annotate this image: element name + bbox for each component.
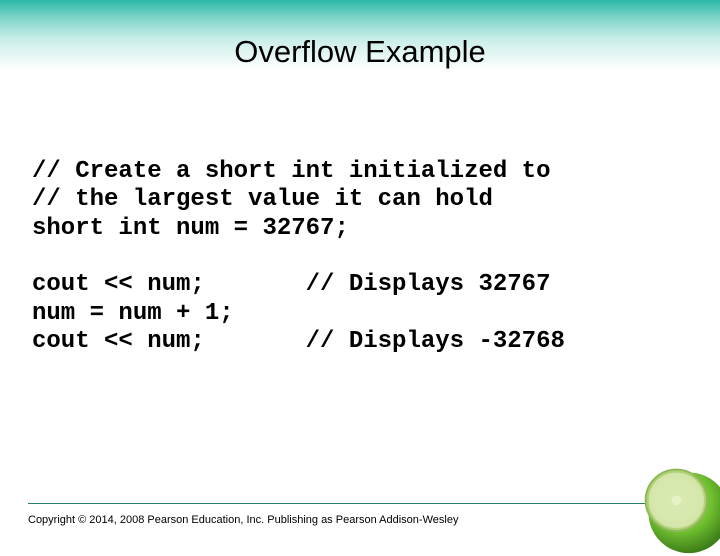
copyright-text: Copyright © 2014, 2008 Pearson Education… bbox=[28, 514, 458, 526]
slide-title: Overflow Example bbox=[0, 34, 720, 70]
footer-divider bbox=[28, 503, 692, 504]
lime-decoration-icon bbox=[636, 460, 720, 556]
code-example: // Create a short int initialized to // … bbox=[32, 158, 688, 356]
